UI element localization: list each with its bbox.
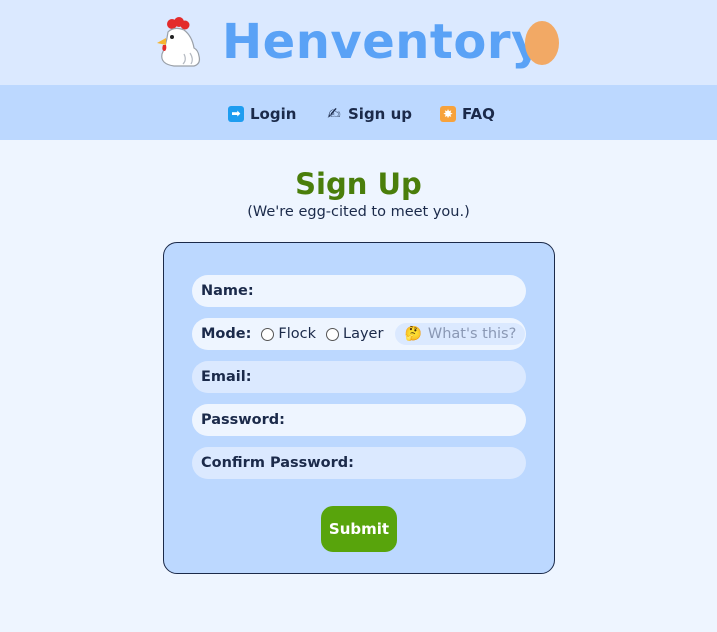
name-field[interactable]: Name: [192, 275, 526, 307]
layer-radio[interactable] [326, 327, 340, 341]
email-label: Email: [201, 369, 252, 385]
nav-faq[interactable]: ✸ FAQ [440, 104, 495, 124]
nav-signup-label: Sign up [348, 105, 412, 123]
password-input[interactable] [288, 405, 526, 435]
mode-label: Mode: [201, 326, 252, 342]
whats-this-button[interactable]: 🤔 What's this? [395, 323, 526, 345]
nav-login[interactable]: ➡ Login [228, 104, 296, 124]
name-input[interactable] [257, 276, 526, 306]
page-subtitle: (We're egg-cited to meet you.) [247, 204, 470, 220]
name-label: Name: [201, 283, 254, 299]
layer-label: Layer [343, 326, 384, 342]
nav-login-label: Login [250, 105, 297, 123]
submit-button[interactable]: Submit [321, 506, 397, 552]
email-input[interactable] [255, 362, 526, 392]
egg-icon [525, 21, 559, 65]
star-burst-icon: ✸ [440, 106, 456, 122]
flock-radio[interactable] [261, 327, 275, 341]
login-arrow-icon: ➡ [228, 106, 244, 122]
confirm-password-label: Confirm Password: [201, 455, 354, 471]
password-field[interactable]: Password: [192, 404, 526, 436]
thinking-face-icon: 🤔 [404, 326, 422, 342]
flock-label: Flock [278, 326, 317, 342]
brand: Henventory [0, 0, 717, 85]
confirm-password-input[interactable] [357, 448, 532, 478]
page-title: Sign Up [295, 167, 422, 201]
nav-signup[interactable]: ✍ Sign up [326, 104, 412, 124]
mode-field: Mode: Flock Layer 🤔 What's this? [192, 318, 526, 350]
password-label: Password: [201, 412, 285, 428]
nav-faq-label: FAQ [462, 105, 495, 123]
email-field[interactable]: Email: [192, 361, 526, 393]
mode-option-layer[interactable]: Layer [326, 326, 383, 342]
mode-option-flock[interactable]: Flock [261, 326, 316, 342]
chicken-icon [157, 17, 201, 67]
writing-hand-icon: ✍ [327, 104, 341, 123]
whats-this-label: What's this? [427, 326, 517, 342]
brand-title: Henventory [222, 14, 543, 70]
confirm-password-field[interactable]: Confirm Password: [192, 447, 532, 479]
